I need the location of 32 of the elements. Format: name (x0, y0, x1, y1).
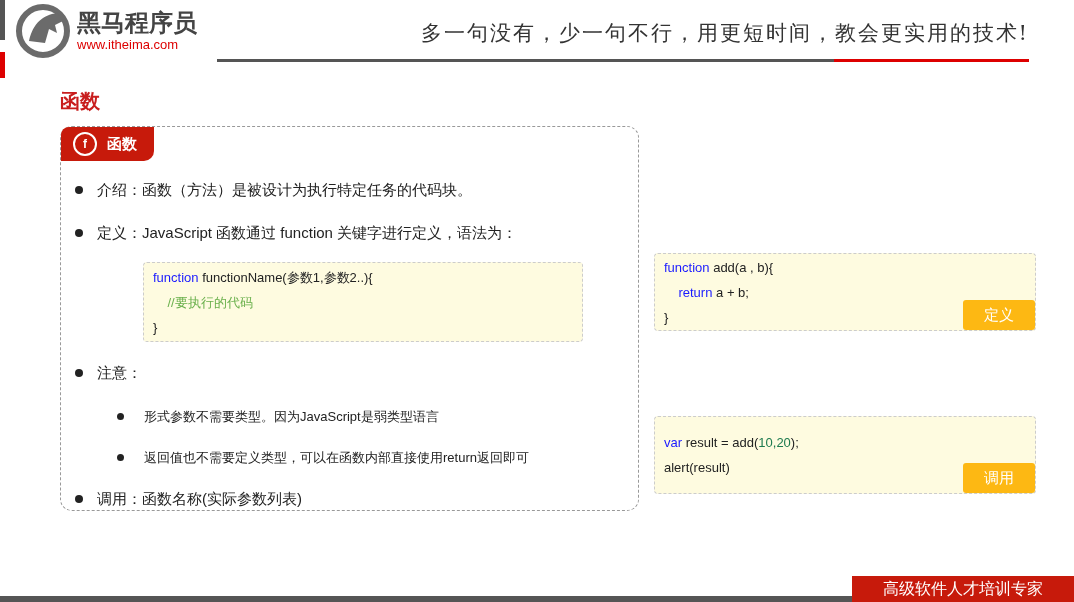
bullet-text: 返回值也不需要定义类型，可以在函数内部直接使用return返回即可 (144, 449, 529, 467)
accent-bar (0, 0, 5, 40)
bullet-text: 定义：JavaScript 函数通过 function 关键字进行定义，语法为： (97, 222, 518, 243)
bullet-text: 注意： (97, 363, 142, 383)
bullet-text: 形式参数不需要类型。因为JavaScript是弱类型语言 (144, 407, 439, 426)
website-url: www.itheima.com (77, 37, 180, 53)
code-line: return a + b; (677, 283, 749, 302)
code-tag: 定义 (963, 300, 1035, 330)
code-line: //要执行的代码 (166, 294, 253, 312)
footer-tagline: 高级软件人才培训专家 (883, 578, 1043, 600)
code-line: alert(result) (664, 459, 730, 477)
code-line: function functionName(参数1,参数2..){ (153, 269, 373, 287)
bullet-icon (75, 494, 83, 503)
brand-name: 黑马程序员 (77, 9, 197, 37)
horse-logo-icon (15, 3, 73, 59)
code-tag: 调用 (963, 463, 1035, 493)
bullet-icon (117, 454, 124, 462)
section-title: 函数 (60, 89, 100, 114)
code-line: function add(a , b){ (664, 258, 774, 277)
bullet-text: 调用：函数名称(实际参数列表) (97, 488, 302, 509)
bullet-icon (75, 369, 83, 378)
bullet-icon (75, 228, 83, 237)
bullet-text: 介绍：函数（方法）是被设计为执行特定任务的代码块。 (97, 180, 472, 200)
bullet-icon (117, 412, 124, 420)
code-line: } (153, 319, 158, 337)
function-icon: f (73, 132, 97, 156)
code-line: } (664, 308, 669, 327)
accent-bar (0, 52, 5, 78)
bullet-icon (75, 186, 83, 195)
card-tab-label: 函数 (107, 133, 137, 154)
slogan: 多一句没有，少一句不行，用更短时间，教会更实用的技术! (420, 20, 1029, 47)
code-line: var result = add(10,20); (664, 434, 799, 452)
